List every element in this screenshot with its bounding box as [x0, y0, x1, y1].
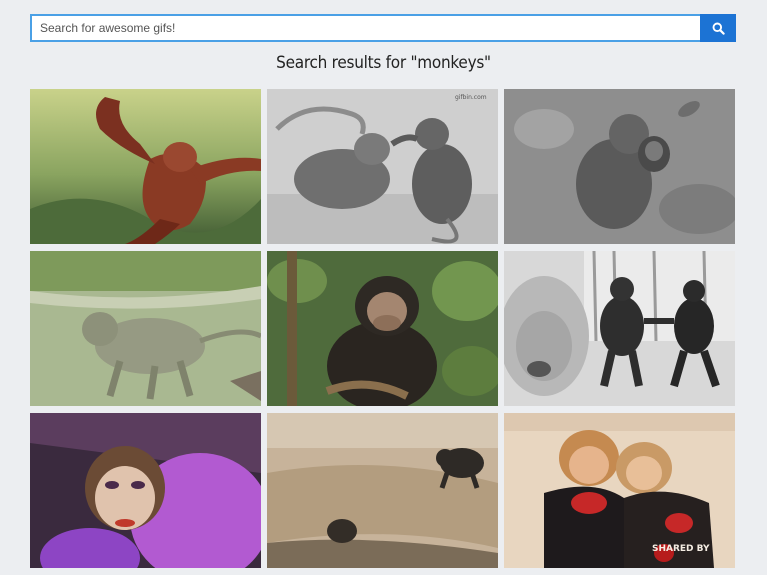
gif-result-monkey-with-baby[interactable]	[504, 89, 735, 244]
gif-image-baby-and-gorillas	[504, 251, 735, 406]
gif-result-monkey-in-purple-coat[interactable]	[30, 413, 261, 568]
results-heading: Search results for "monkeys"	[276, 53, 491, 73]
gif-image-grooming-monkeys: gifbin.com	[267, 89, 498, 244]
search-button[interactable]	[700, 14, 736, 42]
gif-results-grid: gifbin.com SHARED BY	[30, 89, 737, 568]
search-input[interactable]	[30, 14, 700, 42]
gif-result-grooming-monkeys[interactable]: gifbin.com	[267, 89, 498, 244]
gif-image-monkey-in-purple-coat	[30, 413, 261, 568]
search-bar	[30, 14, 736, 42]
search-icon	[712, 22, 725, 35]
gif-result-baby-and-gorillas[interactable]	[504, 251, 735, 406]
gif-image-monkey-on-grass	[30, 251, 261, 406]
gif-result-monkeys-in-red[interactable]: SHARED BY	[504, 413, 735, 568]
gif-image-chimpanzee	[267, 251, 498, 406]
gif-image-monkeys-in-red: SHARED BY	[504, 413, 735, 568]
gif-image-monkey-with-baby	[504, 89, 735, 244]
gif-result-monkey-on-grass[interactable]	[30, 251, 261, 406]
gif-image-chimps-in-grass	[267, 413, 498, 568]
gif-watermark: gifbin.com	[455, 94, 487, 101]
gif-watermark: SHARED BY	[652, 544, 710, 554]
gif-result-chimps-in-grass[interactable]	[267, 413, 498, 568]
gif-result-chimpanzee[interactable]	[267, 251, 498, 406]
gif-result-orangutan[interactable]	[30, 89, 261, 244]
gif-image-orangutan	[30, 89, 261, 244]
